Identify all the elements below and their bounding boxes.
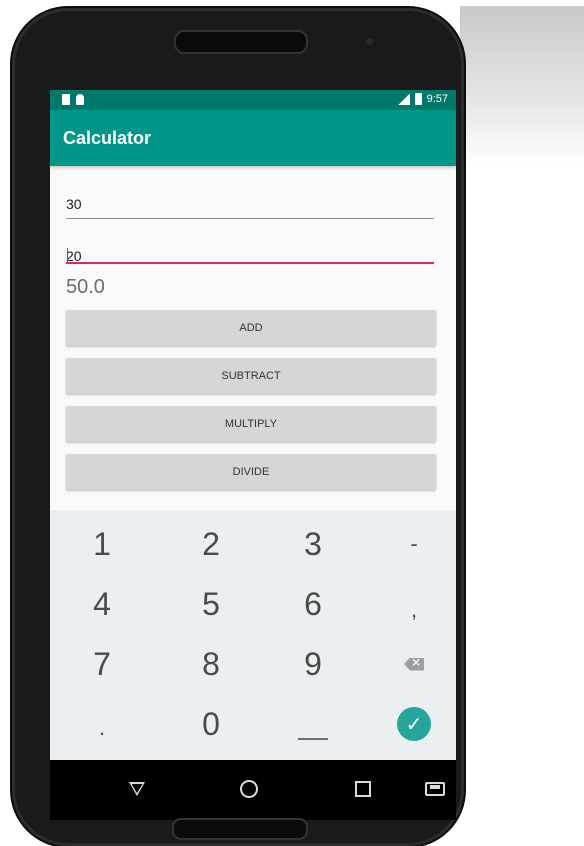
keyboard-switch-icon	[425, 782, 445, 796]
key-9[interactable]: 9	[263, 634, 363, 694]
divide-button[interactable]: DIVIDE	[66, 454, 436, 490]
key-3[interactable]: 3	[263, 514, 363, 574]
keyboard-switch-button[interactable]	[420, 774, 450, 804]
add-button[interactable]: ADD	[66, 310, 436, 346]
result-text: 50.0	[66, 276, 105, 298]
numeric-keyboard: 1 2 3 - 4 5 6 , 7 8 9 . 0 ✓	[50, 510, 456, 760]
back-icon	[129, 782, 145, 796]
device-screen: 9:57 Calculator 30 20 50.0 ADD SUBTRACT …	[50, 90, 456, 820]
home-button[interactable]	[234, 774, 264, 804]
space-key[interactable]	[263, 694, 363, 754]
app-title: Calculator	[63, 128, 152, 148]
key-8[interactable]: 8	[161, 634, 261, 694]
key-comma[interactable]: ,	[364, 580, 456, 640]
key-0[interactable]: 0	[161, 694, 261, 754]
text-cursor	[67, 248, 68, 264]
key-5[interactable]: 5	[161, 574, 261, 634]
android-icon	[76, 94, 84, 105]
status-bar: 9:57	[50, 90, 456, 110]
bottom-speaker	[172, 818, 308, 840]
key-6[interactable]: 6	[263, 574, 363, 634]
backspace-key[interactable]	[364, 634, 456, 694]
home-icon	[240, 780, 258, 798]
battery-icon	[414, 93, 422, 105]
recents-button[interactable]	[348, 774, 378, 804]
navigation-bar	[50, 760, 456, 820]
phone-frame: 9:57 Calculator 30 20 50.0 ADD SUBTRACT …	[12, 8, 464, 846]
window-glare	[460, 6, 584, 166]
app-bar: Calculator	[50, 110, 456, 166]
recents-icon	[355, 781, 371, 797]
backspace-icon	[404, 657, 424, 671]
key-period[interactable]: .	[52, 698, 152, 758]
signal-icon	[397, 93, 410, 105]
key-4[interactable]: 4	[52, 574, 152, 634]
second-number-value: 20	[66, 248, 82, 264]
subtract-button[interactable]: SUBTRACT	[66, 358, 436, 394]
check-icon: ✓	[397, 707, 431, 741]
space-icon	[298, 738, 328, 740]
key-minus[interactable]: -	[364, 514, 456, 574]
first-number-value: 30	[66, 196, 82, 212]
status-time: 9:57	[426, 93, 448, 105]
key-1[interactable]: 1	[52, 514, 152, 574]
done-key[interactable]: ✓	[364, 694, 456, 754]
sd-card-icon	[62, 94, 70, 105]
key-7[interactable]: 7	[52, 634, 152, 694]
multiply-button[interactable]: MULTIPLY	[66, 406, 436, 442]
front-camera	[366, 38, 373, 45]
second-number-field[interactable]: 20	[66, 232, 434, 264]
first-number-field[interactable]: 30	[66, 188, 434, 219]
back-button[interactable]	[122, 774, 152, 804]
key-2[interactable]: 2	[161, 514, 261, 574]
top-speaker	[174, 30, 308, 54]
